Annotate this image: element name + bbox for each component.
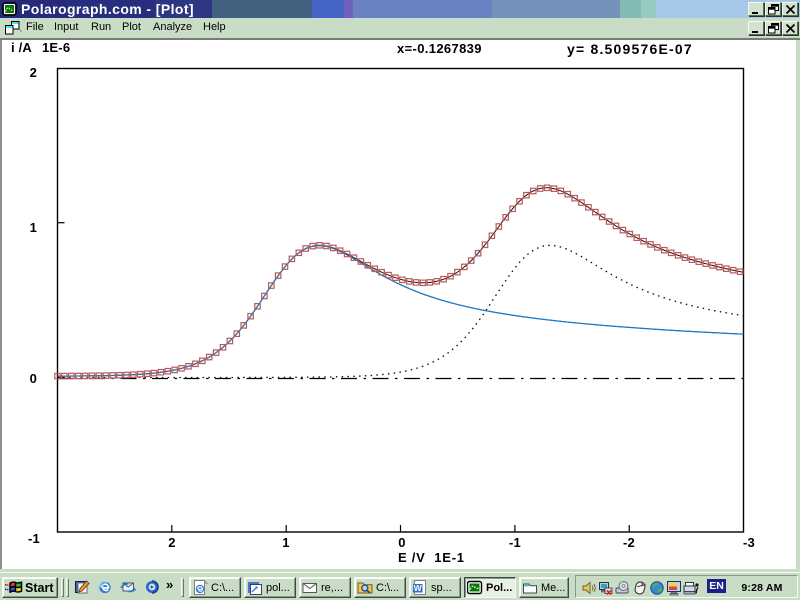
svg-text:W: W [414,583,423,593]
